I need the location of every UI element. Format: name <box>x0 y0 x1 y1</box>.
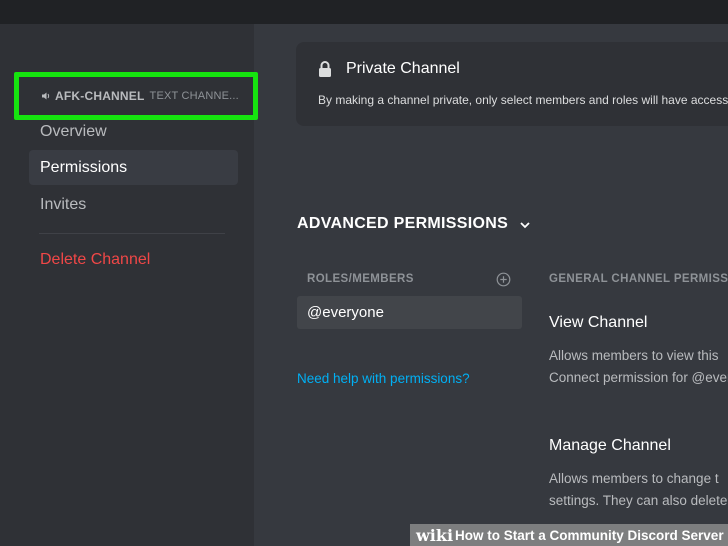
general-channel-permissions-header: GENERAL CHANNEL PERMISSIONS <box>549 273 728 285</box>
add-circle-icon[interactable] <box>496 272 511 287</box>
private-channel-title: Private Channel <box>346 60 460 77</box>
private-channel-panel <box>296 42 728 126</box>
speaker-icon <box>42 92 50 100</box>
permissions-help-link[interactable]: Need help with permissions? <box>297 371 470 386</box>
permission-desc-manage-channel-line2: settings. They can also delete <box>549 493 728 508</box>
advanced-permissions-title: ADVANCED PERMISSIONS <box>297 215 509 232</box>
watermark-logo: wiki <box>416 525 454 545</box>
lock-icon <box>319 61 331 77</box>
sidebar-item-label: Invites <box>40 195 87 213</box>
channel-name: AFK-CHANNEL <box>55 89 145 103</box>
sidebar-item-overview[interactable]: Overview <box>29 114 238 149</box>
sidebar-item-label: Overview <box>40 122 107 140</box>
sidebar-item-permissions[interactable]: Permissions <box>29 150 238 185</box>
chevron-down-icon[interactable] <box>518 219 532 231</box>
top-bar <box>0 0 728 24</box>
role-label: @everyone <box>307 304 384 321</box>
channel-header: AFK-CHANNEL TEXT CHANNE... <box>14 72 258 120</box>
wikihow-watermark: wiki How to Start a Community Discord Se… <box>410 524 728 546</box>
sidebar-divider <box>39 233 225 234</box>
sidebar-item-label: Permissions <box>40 158 128 176</box>
permission-desc-manage-channel-line1: Allows members to change t <box>549 471 719 486</box>
permission-title-manage-channel: Manage Channel <box>549 437 671 454</box>
watermark-text: How to Start a Community Discord Server <box>455 527 724 543</box>
channel-type: TEXT CHANNE... <box>149 90 239 102</box>
permission-desc-view-channel-line2: Connect permission for @everyone <box>549 370 728 385</box>
role-item-everyone[interactable]: @everyone <box>297 296 522 329</box>
roles-members-header: ROLES/MEMBERS <box>307 273 414 285</box>
app-window: AFK-CHANNEL TEXT CHANNE... Overview Perm… <box>0 0 728 546</box>
delete-channel-button[interactable]: Delete Channel <box>29 242 238 277</box>
permission-title-view-channel: View Channel <box>549 314 648 331</box>
delete-channel-label: Delete Channel <box>40 250 151 268</box>
private-channel-description: By making a channel private, only select… <box>318 93 728 107</box>
sidebar-item-invites[interactable]: Invites <box>29 187 238 222</box>
permission-desc-view-channel-line1: Allows members to view this <box>549 348 719 363</box>
